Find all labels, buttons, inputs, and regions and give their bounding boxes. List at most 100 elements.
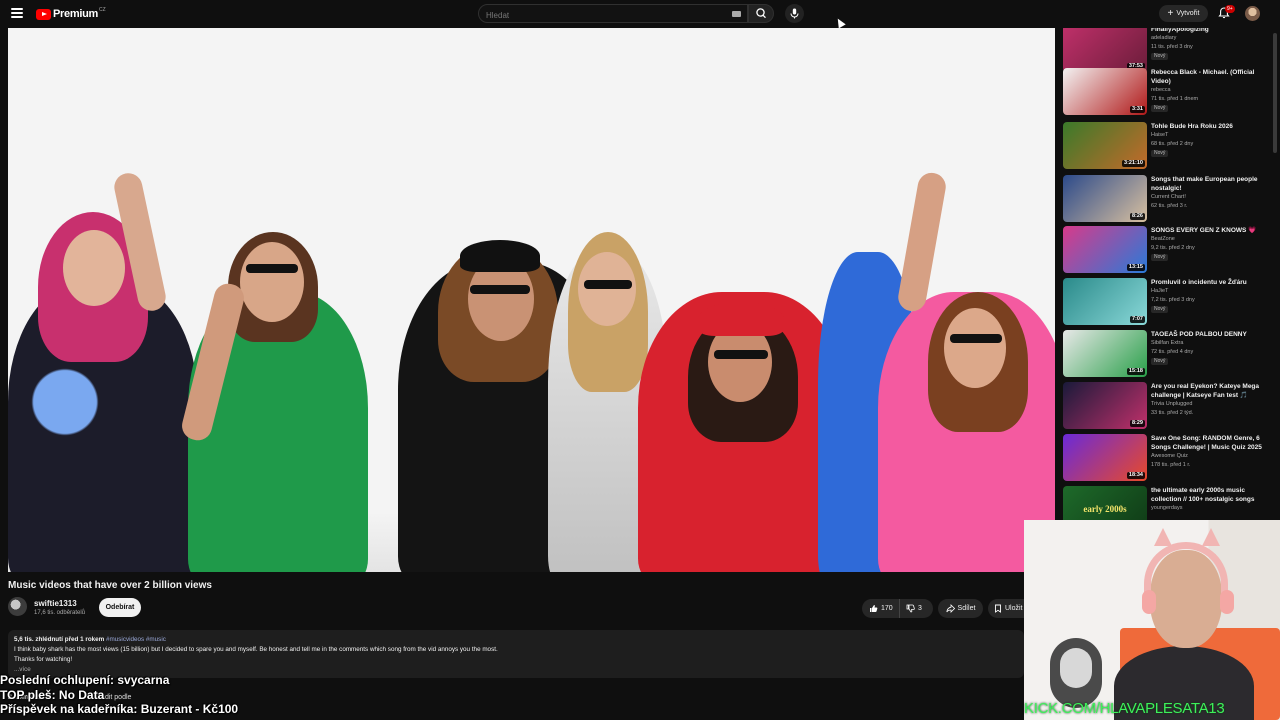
recommendation-meta: 178 tis. před 1 r. [1151, 462, 1191, 468]
video-duration: 18:34 [1126, 472, 1145, 479]
recommendation-thumbnail[interactable]: 7:07 [1063, 278, 1147, 325]
hashtags[interactable]: #musicvideos #music [106, 636, 166, 643]
recommendation-channel[interactable]: youngerdays [1151, 505, 1183, 511]
recommendation-item[interactable]: 18:34 Save One Song: RANDOM Genre, 6 Song… [1062, 434, 1272, 484]
recommendation-meta: 33 tis. před 2 týd. [1151, 410, 1194, 416]
recommendation-item[interactable]: 3:21:10 Tohle Bude Hra Roku 2026 HaiseT 68 … [1062, 122, 1272, 172]
channel-avatar[interactable] [8, 597, 27, 616]
recommendation-meta: 71 tis. před 1 dnem [1151, 96, 1199, 102]
top-bar: Premium CZ + Vytvořit 9+ [0, 0, 1280, 29]
recommendation-title[interactable]: SONGS EVERY GEN Z KNOWS 💗 [1151, 226, 1269, 235]
like-count: 170 [881, 605, 893, 612]
dancer-figure [878, 162, 1055, 572]
recommendation-channel[interactable]: HaiseT [1151, 132, 1168, 138]
account-avatar[interactable] [1245, 6, 1260, 21]
plus-icon: + [1167, 7, 1174, 19]
recommendation-item[interactable]: 3:31 Rebecca Black - Michael. (Official V… [1062, 68, 1272, 118]
dancer-figure [179, 142, 368, 572]
voice-search-button[interactable] [785, 4, 804, 23]
video-duration: 15:18 [1126, 368, 1145, 375]
recommendation-channel[interactable]: Sibilfan Extra [1151, 340, 1183, 346]
new-badge: Nový [1151, 53, 1169, 60]
recommendations-sidebar: 37:53 FinallyApologizing adeladiary 11 tis.… [1062, 28, 1272, 520]
recommendation-thumbnail[interactable]: 3:31 [1063, 68, 1147, 115]
headphone-earcup [1142, 590, 1156, 614]
search-input[interactable] [479, 7, 719, 24]
video-player[interactable] [8, 28, 1055, 572]
description-stats-line: 5,6 tis. zhlédnutí před 1 rokem #musicvi… [14, 635, 1018, 645]
notification-badge: 9+ [1225, 5, 1235, 13]
recommendation-title[interactable]: Are you real Eyekon? Kateye Mega challen… [1151, 382, 1269, 400]
recommendation-thumbnail[interactable]: 3:21:10 [1063, 122, 1147, 169]
new-badge: Nový [1151, 358, 1169, 365]
recommendation-channel[interactable]: Trivia Unplugged [1151, 401, 1192, 407]
search-box [478, 4, 748, 24]
recommendation-channel[interactable]: HaJieT [1151, 288, 1168, 294]
recommendation-channel[interactable]: rebecca [1151, 87, 1171, 93]
recommendation-thumbnail[interactable]: 18:34 [1063, 434, 1147, 481]
recommendation-title[interactable]: TAOEAŠ POD PALBOU DENNY [1151, 330, 1269, 339]
stream-overlay: Poslední ochlupení: svycarna TOP pleš: N… [0, 673, 238, 717]
recommendation-title[interactable]: Tohle Bude Hra Roku 2026 [1151, 122, 1269, 131]
recommendation-title[interactable]: Promluvil o incidentu ve Žďáru [1151, 278, 1269, 287]
recommendation-item[interactable]: 8:29 Are you real Eyekon? Kateye Mega cha… [1062, 382, 1272, 432]
search-icon [756, 8, 766, 19]
keyboard-icon[interactable] [732, 11, 741, 17]
view-stats: 5,6 tis. zhlédnutí před 1 rokem [14, 636, 105, 643]
sidebar-scrollbar[interactable] [1272, 28, 1278, 520]
new-badge: Nový [1151, 254, 1169, 261]
recommendation-thumbnail[interactable]: early 2000s [1063, 486, 1147, 520]
recommendation-thumbnail[interactable]: 15:18 [1063, 330, 1147, 377]
video-duration: 3:31 [1129, 106, 1145, 113]
recommendation-thumbnail[interactable]: 13:15 [1063, 226, 1147, 273]
recommendation-item[interactable]: 8:26 Songs that make European people nost… [1062, 175, 1272, 225]
like-button[interactable]: 170 [862, 599, 900, 618]
search-button[interactable] [748, 4, 774, 23]
youtube-logo-icon [36, 8, 51, 20]
scrollbar-thumb[interactable] [1273, 33, 1277, 153]
recommendation-title[interactable]: the ultimate early 2000s music collectio… [1151, 486, 1269, 504]
recommendation-channel[interactable]: BeatZone [1151, 236, 1175, 242]
description-box[interactable]: 5,6 tis. zhlédnutí před 1 rokem #musicvi… [8, 630, 1024, 678]
recommendation-channel[interactable]: Awesome Quiz [1151, 453, 1188, 459]
description-text: I think baby shark has the most views (1… [14, 646, 498, 653]
subscriber-count: 17,6 tis. odběratelů [34, 610, 86, 616]
recommendation-item[interactable]: 15:18 TAOEAŠ POD PALBOU DENNY Sibilfan Ext… [1062, 330, 1272, 380]
recommendation-item[interactable]: 7:07 Promluvil o incidentu ve Žďáru HaJieT… [1062, 278, 1272, 328]
like-dislike-group: 170 3 [862, 599, 933, 618]
recommendation-thumbnail[interactable]: 37:53 [1063, 28, 1147, 72]
recommendation-title[interactable]: Rebecca Black - Michael. (Official Video… [1151, 68, 1269, 86]
youtube-premium-logo[interactable]: Premium CZ [36, 7, 106, 21]
recommendation-meta: 68 tis. před 2 dny [1151, 141, 1194, 147]
video-duration: 7:07 [1129, 316, 1145, 323]
description-text: Thanks for watching! [14, 656, 73, 663]
cat-ear-icon [1154, 528, 1172, 546]
recommendation-title[interactable]: FinallyApologizing [1151, 28, 1269, 34]
dislike-button[interactable]: 3 [900, 604, 922, 613]
kick-channel-url: KICK.COM/HLAVAPLESATA13 [1024, 700, 1225, 717]
channel-name[interactable]: swiftie1313 [34, 599, 77, 608]
thumbs-down-icon [906, 604, 915, 613]
create-button[interactable]: + Vytvořit [1159, 5, 1208, 22]
dislike-count: 3 [918, 605, 922, 612]
new-badge: Nový [1151, 105, 1169, 112]
headphone-earcup [1220, 590, 1234, 614]
recommendation-meta: 9,2 tis. před 2 dny [1151, 245, 1195, 251]
subscribe-button[interactable]: Odebírat [99, 598, 141, 617]
recommendation-item[interactable]: 13:15 SONGS EVERY GEN Z KNOWS 💗 BeatZone 9,… [1062, 226, 1272, 276]
recommendation-thumbnail[interactable]: 8:29 [1063, 382, 1147, 429]
recommendation-channel[interactable]: adeladiary [1151, 35, 1176, 41]
video-duration: 8:26 [1129, 213, 1145, 220]
recommendation-title[interactable]: Save One Song: RANDOM Genre, 6 Songs Cha… [1151, 434, 1269, 452]
share-button[interactable]: Sdílet [938, 599, 983, 618]
mouse-cursor-icon [834, 16, 846, 29]
recommendation-title[interactable]: Songs that make European people nostalgi… [1151, 175, 1269, 193]
save-button[interactable]: Uložit [988, 599, 1024, 618]
overlay-line: Poslední ochlupení: svycarna [0, 673, 170, 687]
recommendation-meta: 62 tis. před 3 r. [1151, 203, 1188, 209]
bookmark-icon [995, 604, 1001, 613]
menu-icon[interactable] [11, 8, 23, 18]
recommendation-thumbnail[interactable]: 8:26 [1063, 175, 1147, 222]
recommendation-channel[interactable]: Current Chart! [1151, 194, 1186, 200]
recommendation-item[interactable]: early 2000s the ultimate early 2000s musi… [1062, 486, 1272, 520]
